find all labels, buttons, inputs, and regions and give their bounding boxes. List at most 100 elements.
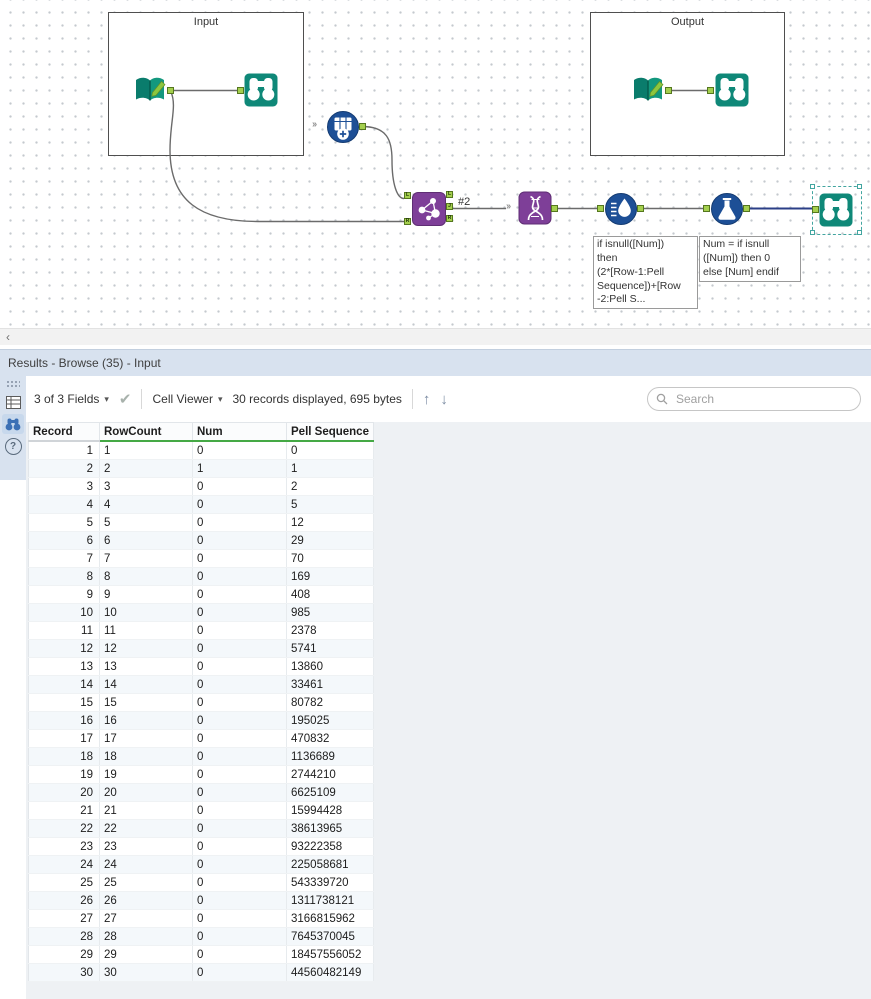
data-cell[interactable]: 26 <box>99 891 193 910</box>
data-cell[interactable]: 225058681 <box>286 855 374 874</box>
join-tool[interactable] <box>411 191 447 232</box>
workflow-canvas[interactable]: Input Output L R L J R ›› ›› #2 if isnul… <box>0 0 871 328</box>
input-anchor[interactable] <box>703 205 710 212</box>
data-cell[interactable]: 29 <box>99 945 193 964</box>
table-row[interactable]: 2211 <box>28 459 374 478</box>
data-cell[interactable]: 29 <box>286 531 374 550</box>
record-number-cell[interactable]: 28 <box>28 927 100 946</box>
apply-check-icon[interactable]: ✔ <box>119 390 132 408</box>
data-cell[interactable]: 0 <box>192 963 287 982</box>
output-anchor[interactable] <box>167 87 174 94</box>
dna-tool[interactable] <box>518 191 552 230</box>
data-cell[interactable]: 18457556052 <box>286 945 374 964</box>
drag-grip[interactable] <box>6 380 20 387</box>
data-cell[interactable]: 15994428 <box>286 801 374 820</box>
data-cell[interactable]: 2 <box>286 477 374 496</box>
output-anchor[interactable] <box>551 205 558 212</box>
data-cell[interactable]: 38613965 <box>286 819 374 838</box>
data-cell[interactable]: 8 <box>99 567 193 586</box>
data-cell[interactable]: 13860 <box>286 657 374 676</box>
table-row[interactable]: 19 19 0 2744210 <box>28 765 374 784</box>
text-input-tool[interactable] <box>630 72 666 113</box>
data-cell[interactable]: 0 <box>192 909 287 928</box>
data-cell[interactable]: 0 <box>192 495 287 514</box>
data-cell[interactable]: 44560482149 <box>286 963 374 982</box>
data-cell[interactable]: 0 <box>192 819 287 838</box>
data-cell[interactable]: 195025 <box>286 711 374 730</box>
record-number-cell[interactable]: 26 <box>28 891 100 910</box>
data-cell[interactable]: 0 <box>192 441 287 460</box>
column-header-num[interactable]: Num <box>192 422 287 442</box>
data-cell[interactable]: 5 <box>99 513 193 532</box>
record-number-cell[interactable]: 7 <box>28 549 100 568</box>
data-cell[interactable]: 2744210 <box>286 765 374 784</box>
data-cell[interactable]: 0 <box>192 675 287 694</box>
table-row[interactable]: 17 17 0 470832 <box>28 729 374 748</box>
table-row[interactable]: 8 8 0 169 <box>28 567 374 586</box>
data-cell[interactable]: 93222358 <box>286 837 374 856</box>
record-number-cell[interactable]: 23 <box>28 837 100 856</box>
data-cell[interactable]: 1311738121 <box>286 891 374 910</box>
data-cell[interactable]: 0 <box>192 531 287 550</box>
data-cell[interactable]: 3 <box>99 477 193 496</box>
table-row[interactable]: 22 22 0 38613965 <box>28 819 374 838</box>
data-cell[interactable]: 0 <box>192 729 287 748</box>
record-number-cell[interactable]: 13 <box>28 657 100 676</box>
data-cell[interactable]: 80782 <box>286 693 374 712</box>
data-cell[interactable]: 0 <box>192 693 287 712</box>
data-cell[interactable]: 7645370045 <box>286 927 374 946</box>
connection[interactable] <box>169 91 404 223</box>
data-cell[interactable]: 17 <box>99 729 193 748</box>
data-cell[interactable]: 0 <box>192 891 287 910</box>
record-number-cell[interactable]: 12 <box>28 639 100 658</box>
table-row[interactable]: 14 14 0 33461 <box>28 675 374 694</box>
table-row[interactable]: 25 25 0 543339720 <box>28 873 374 892</box>
data-cell[interactable]: 985 <box>286 603 374 622</box>
join-input-anchor-right[interactable]: R <box>404 218 411 225</box>
data-cell[interactable]: 0 <box>192 621 287 640</box>
table-row[interactable]: 24 24 0 225058681 <box>28 855 374 874</box>
column-header-pell-sequence[interactable]: Pell Sequence <box>286 422 374 442</box>
data-cell[interactable]: 0 <box>192 477 287 496</box>
data-cell[interactable]: 6625109 <box>286 783 374 802</box>
join-output-anchor-J[interactable]: J <box>446 203 453 210</box>
data-cell[interactable]: 0 <box>192 657 287 676</box>
record-number-cell[interactable]: 29 <box>28 945 100 964</box>
table-row[interactable]: 7 7 0 70 <box>28 549 374 568</box>
input-anchor[interactable] <box>707 87 714 94</box>
record-number-cell[interactable]: 30 <box>28 963 100 982</box>
browse-tool-selected[interactable] <box>818 192 854 233</box>
data-cell[interactable]: 10 <box>99 603 193 622</box>
cell-viewer-dropdown[interactable]: Cell Viewer ▾ <box>152 392 222 406</box>
data-cell[interactable]: 7 <box>99 549 193 568</box>
annotation-formula[interactable]: Num = if isnull ([Num]) then 0 else [Num… <box>699 236 801 282</box>
table-row[interactable]: 1100 <box>28 441 374 460</box>
data-cell[interactable]: 21 <box>99 801 193 820</box>
data-cell[interactable]: 0 <box>192 549 287 568</box>
output-anchor[interactable] <box>359 123 366 130</box>
data-cell[interactable]: 0 <box>192 801 287 820</box>
record-number-cell[interactable]: 19 <box>28 765 100 784</box>
data-cell[interactable]: 20 <box>99 783 193 802</box>
record-number-cell[interactable]: 11 <box>28 621 100 640</box>
data-cell[interactable]: 22 <box>99 819 193 838</box>
table-row[interactable]: 20 20 0 6625109 <box>28 783 374 802</box>
column-header-record[interactable]: Record <box>28 422 100 442</box>
scroll-down-icon[interactable]: ↓ <box>440 392 448 407</box>
data-cell[interactable]: 0 <box>192 567 287 586</box>
data-cell[interactable]: 0 <box>192 837 287 856</box>
browse-tool[interactable] <box>243 72 279 113</box>
data-cell[interactable]: 12 <box>99 639 193 658</box>
record-number-cell[interactable]: 20 <box>28 783 100 802</box>
data-cell[interactable]: 6 <box>99 531 193 550</box>
data-cell[interactable]: 0 <box>192 513 287 532</box>
record-number-cell[interactable]: 15 <box>28 693 100 712</box>
data-cell[interactable]: 27 <box>99 909 193 928</box>
generate-rows-tool[interactable] <box>326 110 360 149</box>
selection-handle[interactable] <box>857 184 862 189</box>
table-row[interactable]: 3302 <box>28 477 374 496</box>
data-cell[interactable]: 23 <box>99 837 193 856</box>
data-cell[interactable]: 15 <box>99 693 193 712</box>
record-number-cell[interactable]: 9 <box>28 585 100 604</box>
data-cell[interactable]: 1 <box>99 441 193 460</box>
